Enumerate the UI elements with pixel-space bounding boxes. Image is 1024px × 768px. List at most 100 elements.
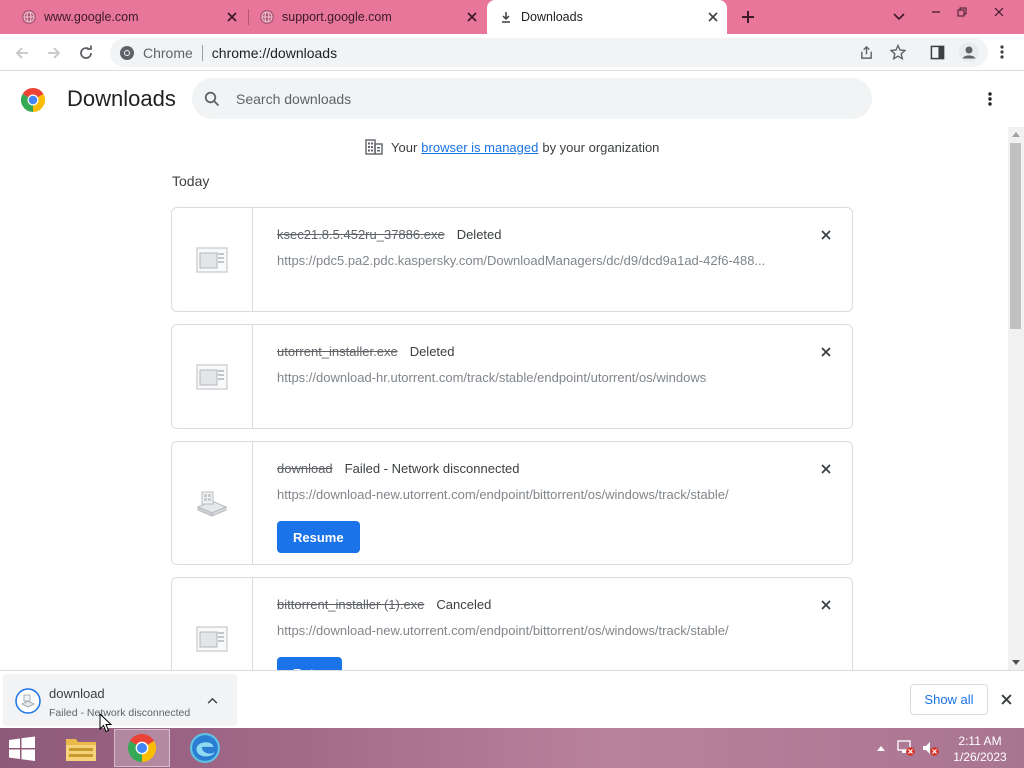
volume-muted-icon[interactable]: [920, 738, 940, 758]
mouse-cursor-icon: [99, 713, 113, 733]
reload-icon[interactable]: [74, 41, 98, 65]
close-shelf-icon[interactable]: [998, 691, 1014, 707]
source-url[interactable]: https://pdc5.pa2.pdc.kaspersky.com/Downl…: [277, 253, 782, 268]
chrome-menu-icon[interactable]: [991, 41, 1013, 63]
file-icon-cell: [172, 325, 253, 428]
resume-button[interactable]: Resume: [277, 521, 360, 553]
taskbar-edge[interactable]: [177, 729, 233, 767]
forward-arrow-icon[interactable]: [42, 41, 66, 65]
site-info-chip[interactable]: Chrome: [119, 45, 193, 61]
downloads-list-area: Your browser is managed by your organiza…: [0, 127, 1008, 670]
tab-title: support.google.com: [282, 10, 392, 24]
remove-from-list-icon[interactable]: [818, 344, 834, 360]
back-arrow-icon[interactable]: [10, 41, 34, 65]
new-tab-button[interactable]: [738, 7, 758, 27]
page-title: Downloads: [67, 86, 176, 111]
shelf-file-status: Failed - Network disconnected: [49, 707, 191, 719]
scrollbar-thumb[interactable]: [1010, 143, 1021, 329]
profile-avatar[interactable]: [958, 41, 980, 63]
chrome-icon: [120, 45, 134, 60]
name-row: ksec21.8.5.452ru_37886.exe Deleted: [277, 227, 502, 242]
chrome-logo-icon: [21, 88, 45, 112]
more-actions-icon[interactable]: [978, 87, 1002, 111]
window-close-icon[interactable]: [986, 4, 1012, 20]
search-downloads-box[interactable]: [192, 78, 872, 119]
managed-prefix: Your: [391, 139, 418, 155]
tab-title: Downloads: [521, 10, 583, 24]
share-icon[interactable]: [855, 41, 877, 63]
show-all-button[interactable]: Show all: [910, 684, 988, 715]
tab-strip: www.google.com support.google.com Downlo…: [0, 0, 1024, 34]
download-shelf: download Failed - Network disconnected S…: [0, 670, 1024, 728]
windows-start-icon[interactable]: [6, 736, 38, 762]
download-status: Failed - Network disconnected: [344, 461, 520, 476]
file-name: ksec21.8.5.452ru_37886.exe: [277, 227, 445, 242]
shelf-download-item[interactable]: download Failed - Network disconnected: [3, 674, 237, 726]
source-url[interactable]: https://download-hr.utorrent.com/track/s…: [277, 370, 782, 385]
building-icon: [365, 139, 383, 155]
generic-file-icon: [196, 626, 228, 652]
generic-file-icon: [196, 246, 228, 273]
download-item: utorrent_installer.exe Deleted https://d…: [171, 324, 853, 429]
bookmark-star-icon[interactable]: [887, 41, 909, 63]
download-item: ksec21.8.5.452ru_37886.exe Deleted https…: [171, 207, 853, 312]
network-disconnected-icon[interactable]: [896, 738, 916, 758]
globe-icon: [22, 10, 36, 24]
managed-suffix: by your organization: [542, 139, 660, 155]
edge-icon: [190, 733, 220, 763]
browser-toolbar: Chrome chrome://downloads: [0, 34, 1024, 71]
tab-search-icon[interactable]: [886, 9, 912, 25]
date-heading: Today: [172, 173, 210, 189]
chrome-icon: [128, 734, 156, 762]
tab-google[interactable]: www.google.com: [0, 0, 246, 34]
tray-overflow-icon[interactable]: [874, 738, 888, 758]
shelf-file-name: download: [49, 686, 105, 701]
clock-date: 1/26/2023: [953, 750, 1007, 764]
taskbar-chrome[interactable]: [114, 729, 170, 767]
file-icon-cell: [172, 442, 253, 564]
search-icon: [204, 91, 220, 106]
browser-managed-link[interactable]: browser is managed: [421, 140, 538, 155]
file-name: download: [277, 461, 333, 476]
windows-taskbar: 2:11 AM 1/26/2023: [0, 728, 1024, 768]
taskbar-file-explorer[interactable]: [53, 729, 109, 767]
name-row: utorrent_installer.exe Deleted: [277, 344, 455, 359]
downloads-header: Downloads: [0, 71, 1024, 127]
close-tab-icon[interactable]: [705, 9, 721, 25]
download-status: Deleted: [409, 344, 455, 359]
download-icon: [499, 10, 513, 24]
scroll-down-icon[interactable]: [1012, 660, 1020, 666]
restore-icon[interactable]: [949, 4, 975, 20]
retry-button[interactable]: Retry: [277, 657, 343, 670]
download-item: download Failed - Network disconnected h…: [171, 441, 853, 565]
remove-from-list-icon[interactable]: [818, 227, 834, 243]
generic-file-icon: [196, 363, 228, 390]
scroll-up-icon[interactable]: [1012, 131, 1020, 137]
name-row: download Failed - Network disconnected: [277, 461, 520, 476]
tab-downloads[interactable]: Downloads: [487, 0, 727, 34]
download-item: bittorrent_installer (1).exe Canceled ht…: [171, 577, 853, 670]
page-scrollbar[interactable]: [1008, 127, 1024, 670]
chevron-up-icon[interactable]: [205, 693, 219, 707]
omnibox-divider: [201, 44, 203, 61]
side-panel-icon[interactable]: [926, 41, 948, 63]
clock-time: 2:11 AM: [958, 734, 1002, 748]
tab-title: www.google.com: [44, 10, 139, 24]
file-name: utorrent_installer.exe: [277, 344, 398, 359]
tab-support[interactable]: support.google.com: [238, 0, 486, 34]
remove-from-list-icon[interactable]: [818, 597, 834, 613]
close-tab-icon[interactable]: [464, 9, 480, 25]
source-url[interactable]: https://download-new.utorrent.com/endpoi…: [277, 487, 782, 502]
minimize-icon[interactable]: [923, 4, 949, 20]
file-icon-cell: [172, 208, 253, 311]
source-url[interactable]: https://download-new.utorrent.com/endpoi…: [277, 623, 782, 638]
file-name: bittorrent_installer (1).exe: [277, 597, 425, 612]
search-input[interactable]: [236, 90, 836, 107]
file-icon-cell: [172, 578, 253, 670]
taskbar-clock[interactable]: 2:11 AM 1/26/2023: [948, 733, 1012, 765]
globe-icon: [260, 10, 274, 24]
managed-notice: Your browser is managed by your organiza…: [365, 139, 659, 155]
installer-file-icon: [196, 491, 228, 517]
remove-from-list-icon[interactable]: [818, 461, 834, 477]
name-row: bittorrent_installer (1).exe Canceled: [277, 597, 491, 612]
